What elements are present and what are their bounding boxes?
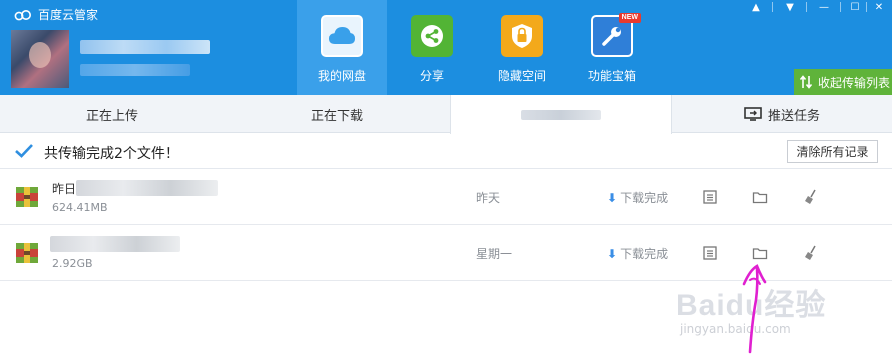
download-status: ⬇ 下载完成 <box>607 245 668 262</box>
file-size: 624.41MB <box>52 201 108 214</box>
app-title: 百度云管家 <box>14 6 98 23</box>
divider <box>806 2 807 12</box>
status-text: 下载完成 <box>620 247 669 261</box>
tab-label: 推送任务 <box>767 108 820 124</box>
nav-label: 我的网盘 <box>317 69 366 83</box>
app-title-text: 百度云管家 <box>38 8 99 22</box>
file-name-blurred <box>50 236 180 252</box>
download-arrow-icon: ⬇ <box>607 246 618 261</box>
tab-label: 正在上传 <box>85 108 138 124</box>
watermark-sub: jingyan.baidu.com <box>680 322 791 336</box>
file-time: 星期一 <box>476 247 513 261</box>
close-icon[interactable]: ✕ <box>869 0 889 14</box>
user-quota-blurred <box>80 64 190 76</box>
archive-file-icon <box>16 243 38 263</box>
file-name-blurred <box>76 180 218 196</box>
baidu-jingyan-watermark: Baidu经验 jingyan.baidu.com <box>676 280 876 352</box>
transfer-summary-bar: 共传输完成2个文件！ 清除所有记录 <box>0 134 892 169</box>
collapse-transfer-list-button[interactable]: 收起传输列表 <box>794 69 892 95</box>
collapse-button-label: 收起传输列表 <box>818 75 891 90</box>
tab-completed[interactable] <box>450 95 672 134</box>
user-avatar[interactable] <box>11 30 69 88</box>
menu-dropdown-icon[interactable]: ▼ <box>780 0 800 14</box>
nav-label: 功能宝箱 <box>587 69 636 83</box>
nav-label: 隐藏空间 <box>497 69 546 83</box>
broom-delete-icon[interactable] <box>803 245 819 261</box>
username-blurred[interactable] <box>80 40 210 54</box>
wrench-icon: NEW <box>591 13 641 57</box>
nav-toolbox[interactable]: NEW 功能宝箱 <box>567 0 657 95</box>
divider <box>840 2 841 12</box>
cloud-icon <box>321 15 363 57</box>
nav-hidden-space[interactable]: 隐藏空间 <box>477 0 567 95</box>
file-time: 昨天 <box>476 191 501 205</box>
tab-uploading[interactable]: 正在上传 <box>0 95 224 133</box>
tab-push-tasks[interactable]: 推送任务 <box>672 95 892 133</box>
status-text: 下载完成 <box>620 191 669 205</box>
tab-label-blurred <box>521 109 601 120</box>
list-item[interactable]: 2.92GB 星期一 ⬇ 下载完成 <box>0 225 892 281</box>
tab-downloading[interactable]: 正在下载 <box>224 95 450 133</box>
nav-my-netdisk[interactable]: 我的网盘 <box>297 0 387 95</box>
watermark-main: Baidu经验 <box>676 289 827 322</box>
nav-label: 分享 <box>419 69 444 83</box>
tab-label: 正在下载 <box>310 108 363 124</box>
open-folder-icon[interactable] <box>752 189 768 205</box>
maximize-icon[interactable]: ☐ <box>845 0 865 14</box>
clear-all-records-button[interactable]: 清除所有记录 <box>787 140 878 163</box>
file-details-icon[interactable] <box>702 245 718 261</box>
screen-push-icon <box>744 107 762 121</box>
new-badge: NEW <box>618 13 641 23</box>
skin-icon[interactable]: ▲ <box>746 0 766 14</box>
divider <box>772 2 773 12</box>
lock-icon <box>501 15 543 57</box>
divider <box>866 2 867 12</box>
summary-text: 共传输完成2个文件！ <box>44 146 179 162</box>
top-header: 百度云管家 我的网盘 分享 隐藏空间 NEW 功能宝箱 ▲ ▼ — ☐ ✕ 收起… <box>0 0 892 95</box>
minimize-icon[interactable]: — <box>814 0 834 14</box>
list-item[interactable]: 昨日 624.41MB 昨天 ⬇ 下载完成 <box>0 169 892 225</box>
baidu-cloud-logo-icon <box>14 9 31 20</box>
collapse-arrows-icon <box>800 75 812 89</box>
nav-share[interactable]: 分享 <box>387 0 477 95</box>
file-details-icon[interactable] <box>702 189 718 205</box>
file-name: 昨日 <box>52 182 77 196</box>
open-folder-icon[interactable] <box>752 245 768 261</box>
checkmark-icon <box>15 144 33 158</box>
download-status: ⬇ 下载完成 <box>607 189 668 206</box>
transfer-tabs: 正在上传 正在下载 推送任务 <box>0 95 892 134</box>
share-icon <box>411 15 453 57</box>
download-arrow-icon: ⬇ <box>607 190 618 205</box>
broom-delete-icon[interactable] <box>803 189 819 205</box>
archive-file-icon <box>16 187 38 207</box>
file-size: 2.92GB <box>52 257 93 270</box>
